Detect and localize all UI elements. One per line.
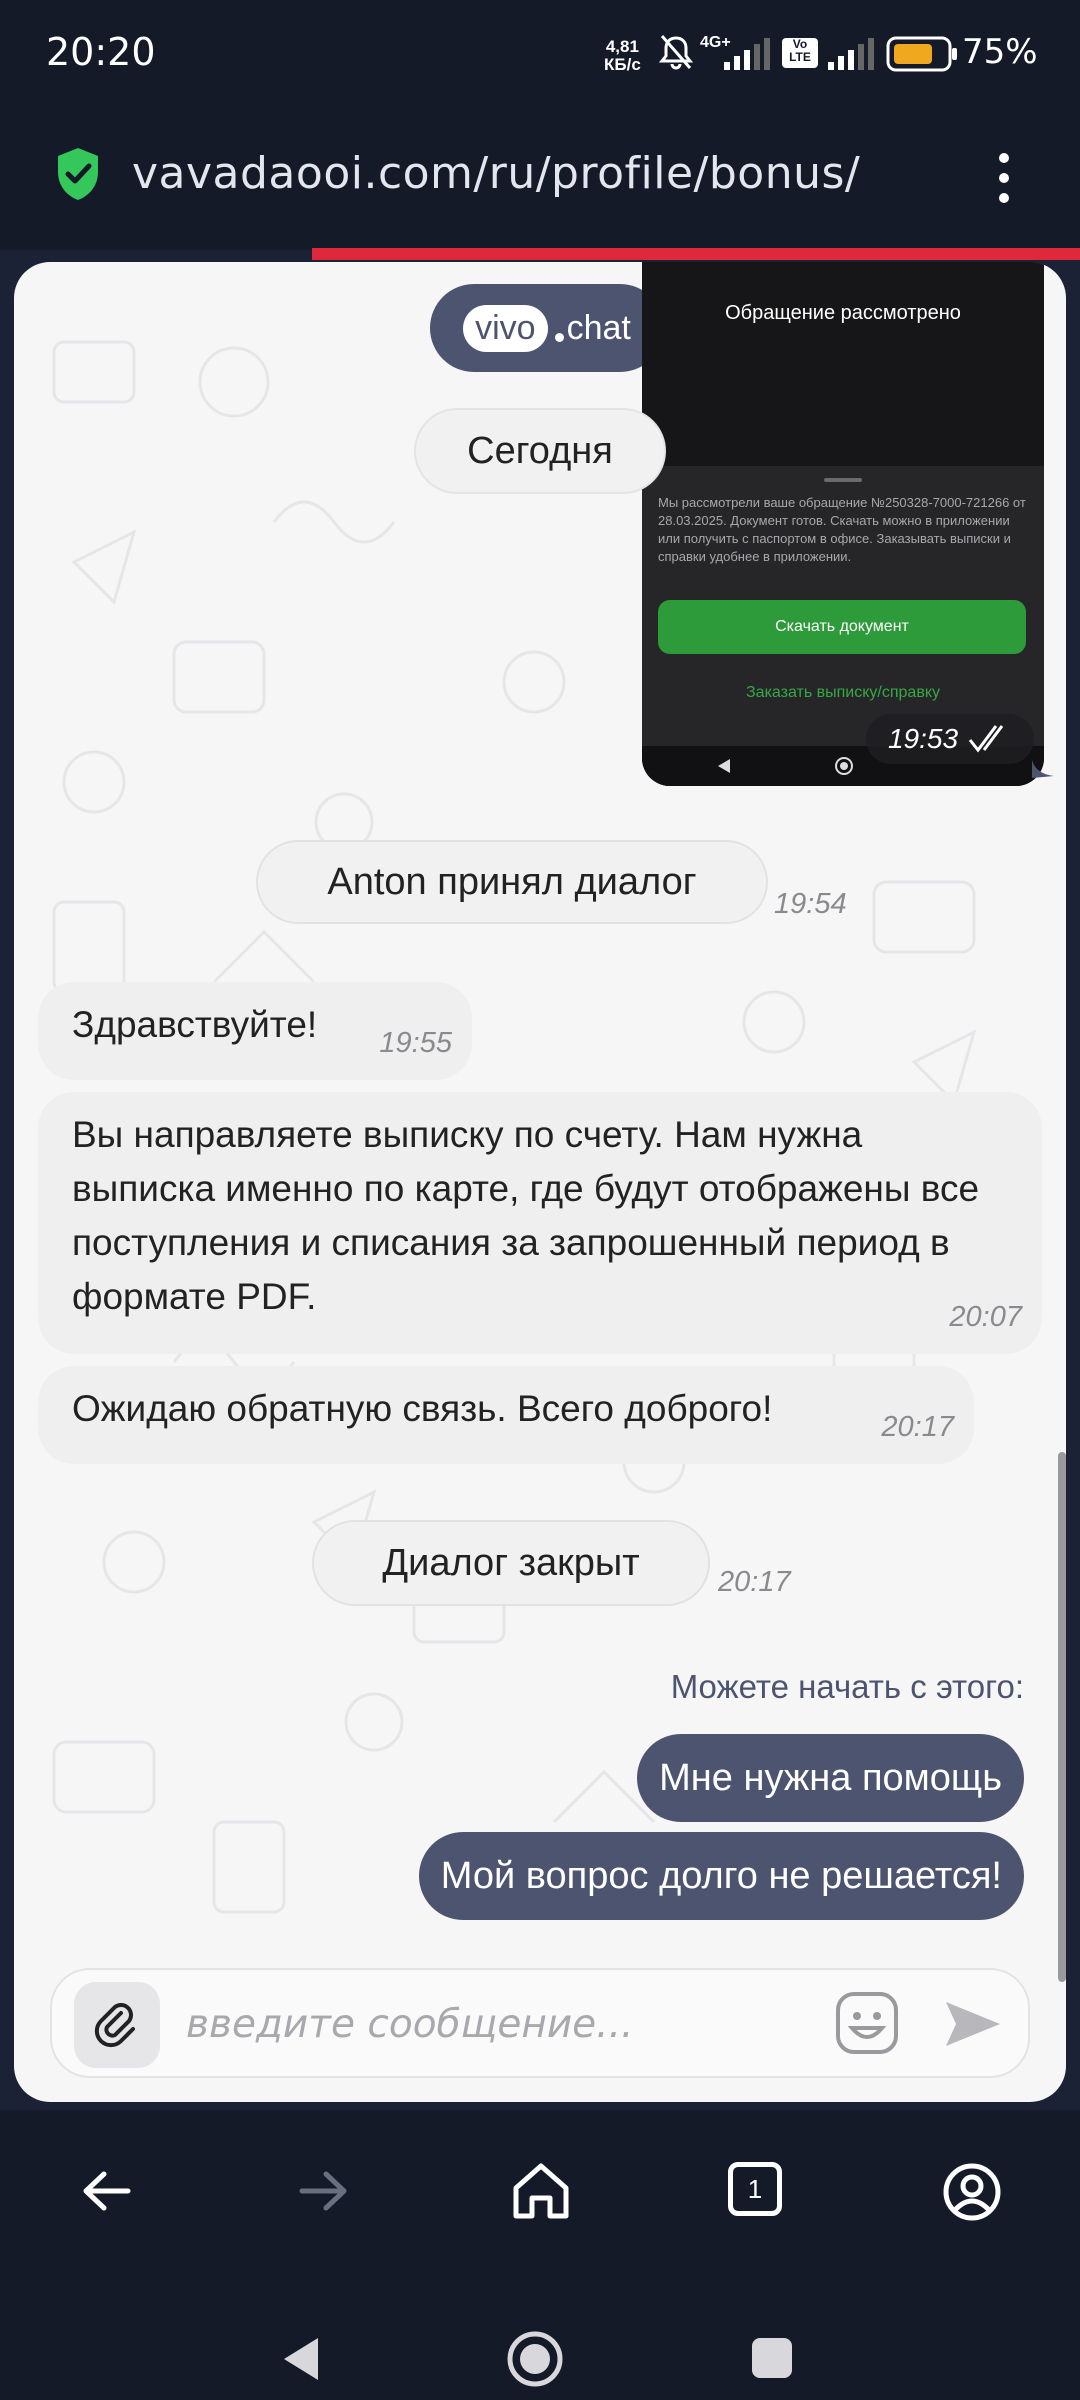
kebab-menu-icon[interactable] [992,148,1016,208]
system-navigation-bar [0,2280,1080,2400]
message-bubble: Ожидаю обратную связь. Всего доброго! 20… [38,1366,974,1464]
arrow-left-icon[interactable] [78,2162,136,2220]
status-bar: 20:20 4,81 КБ/с 4G+ Vo LTE 75% [0,0,1080,110]
vivo-chat-logo: vivo chat [430,284,664,372]
shield-check-icon [58,148,98,200]
message-text: Вы направляете выписку по счету. Нам нуж… [72,1114,980,1317]
clock: 20:20 [46,30,156,74]
quick-replies-label: Можете начать с этого: [670,1668,1024,1705]
date-separator: Сегодня [414,408,666,494]
url-text[interactable]: vavadaooi.com/ru/profile/bonus/ [132,148,860,199]
volte-icon: Vo LTE [782,38,818,68]
quick-reply-button[interactable]: Мой вопрос долго не решается! [418,1832,1024,1920]
arrow-right-icon[interactable] [294,2162,352,2220]
image-header: Обращение рассмотрено [642,262,1044,466]
attach-button[interactable] [74,1982,160,2068]
system-back-icon[interactable] [278,2334,324,2384]
tab-count: 1 [747,2173,763,2204]
message-bubble: Вы направляете выписку по счету. Нам нуж… [38,1092,1042,1354]
quick-reply-button[interactable]: Мне нужна помощь [637,1734,1024,1822]
message-text: Ожидаю обратную связь. Всего доброго! [72,1388,773,1429]
profile-icon[interactable] [942,2162,1002,2222]
network-speed: 4,81 КБ/с [604,37,641,74]
muted-bell-icon [658,35,694,70]
image-timestamp: 19:53 [866,714,1034,764]
system-recents-icon[interactable] [750,2336,794,2380]
signal-icon [724,38,770,70]
chat-widget: vivo chat Обращение рассмотрено Мы рассм… [14,262,1066,2102]
double-check-icon [968,725,1004,753]
image-bubble-tail [1032,760,1054,778]
sheet-handle [824,478,862,482]
signal-2-icon [828,38,874,70]
message-input[interactable]: введите сообщение... [186,2002,633,2047]
chat-scrollbar[interactable] [1058,1452,1066,1982]
system-home-icon[interactable] [506,2330,564,2388]
battery-icon [886,36,957,72]
paperclip-icon [94,2003,135,2048]
image-title: Обращение рассмотрено [725,302,961,324]
browser-url-bar[interactable]: vavadaooi.com/ru/profile/bonus/ [0,110,1080,250]
logo-dot [554,332,564,342]
image-body-text: Мы рассмотрели ваше обращение №250328-70… [658,495,1026,564]
browser-bottom-nav: 1 [0,2110,1080,2280]
message-input-area: введите сообщение... [50,1968,1030,2078]
message-time: 19:55 [379,1027,452,1059]
image-download-button: Скачать документ [658,600,1026,654]
emoji-icon[interactable] [834,1990,900,2056]
battery-percent: 75% [962,32,1038,72]
system-closed-time: 20:17 [718,1566,791,1598]
message-time: 20:17 [881,1411,954,1443]
message-time: 20:07 [949,1301,1022,1333]
system-message-closed: Диалог закрыт [312,1520,710,1606]
logo-vivo: vivo [463,304,548,352]
home-icon[interactable] [510,2162,572,2220]
page-accent-line [312,248,1080,260]
image-message[interactable]: Обращение рассмотрено Мы рассмотрели ваш… [642,262,1044,786]
message-text: Здравствуйте! [72,1004,318,1045]
system-message-accepted: Anton принял диалог [256,840,768,924]
tabs-button[interactable]: 1 [728,2162,782,2216]
send-icon[interactable] [942,1996,1004,2052]
logo-chat: chat [566,308,631,347]
system-accepted-time: 19:54 [774,888,847,920]
image-order-link: Заказать выписку/справку [746,684,940,701]
message-bubble: Здравствуйте! 19:55 [38,982,472,1080]
